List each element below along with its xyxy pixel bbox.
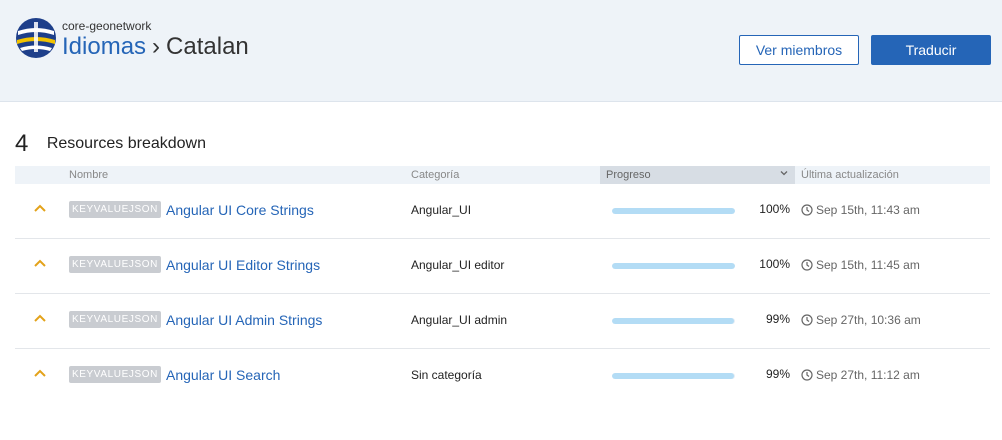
last-updated-text: Sep 15th, 11:43 am [816,203,920,217]
column-header-progress-label: Progreso [606,169,651,181]
progress-percent: 100% [759,257,790,271]
geonetwork-logo [16,18,56,58]
last-updated: Sep 15th, 11:43 am [801,203,920,217]
progress-bar [612,263,735,269]
resource-category: Sin categoría [411,368,482,382]
table-row[interactable]: KEYVALUEJSON Angular UI Search Sin categ… [15,349,990,404]
column-header-progress[interactable]: Progreso [600,166,795,184]
project-header: core-geonetwork Idiomas › Catalan Ver miem… [0,0,1002,102]
resource-category: Angular_UI [411,203,472,217]
progress-bar [612,318,735,324]
progress-bar-fill [612,373,734,379]
table-row[interactable]: KEYVALUEJSON Angular UI Admin Strings An… [15,294,990,349]
chevron-up-icon[interactable] [33,367,47,379]
resource-type-badge: KEYVALUEJSON [69,311,161,328]
progress-bar-fill [612,208,735,214]
table-row[interactable]: KEYVALUEJSON Angular UI Editor Strings A… [15,239,990,294]
progress-bar-fill [612,263,735,269]
breadcrumb: Idiomas › Catalan [62,33,249,61]
last-updated: Sep 27th, 11:12 am [801,368,920,382]
chevron-up-icon[interactable] [33,257,47,269]
table-row[interactable]: KEYVALUEJSON Angular UI Core Strings Ang… [15,184,990,239]
resource-name-link[interactable]: Angular UI Admin Strings [166,312,322,328]
progress-bar-fill [612,318,734,324]
section-title: Resources breakdown [46,135,207,152]
column-header-category[interactable]: Categoría [411,169,459,181]
breadcrumb-languages-link[interactable]: Idiomas [62,33,146,60]
resource-count: 4 [15,130,29,157]
progress-percent: 99% [765,367,790,381]
resource-name-link[interactable]: Angular UI Search [166,367,280,383]
resource-name-link[interactable]: Angular UI Core Strings [166,202,314,218]
last-updated: Sep 27th, 10:36 am [801,313,921,327]
progress-percent: 100% [759,202,790,216]
table-header: Nombre Categoría Progreso Última actuali… [15,166,990,184]
progress-bar [612,373,735,379]
progress-bar [612,208,735,214]
view-members-button[interactable]: Ver miembros [739,35,859,65]
clock-icon [801,259,813,271]
clock-icon [801,314,813,326]
page-title: Catalan [166,33,249,60]
clock-icon [801,369,813,381]
progress-percent: 99% [765,312,790,326]
column-header-updated[interactable]: Última actualización [801,169,899,181]
resource-type-badge: KEYVALUEJSON [69,201,161,218]
resource-category: Angular_UI editor [411,258,505,272]
organization-name[interactable]: core-geonetwork [62,19,151,33]
clock-icon [801,204,813,216]
chevron-up-icon[interactable] [33,202,47,214]
last-updated-text: Sep 15th, 11:45 am [816,258,920,272]
section-heading: 4 Resources breakdown [15,130,206,158]
resource-type-badge: KEYVALUEJSON [69,366,161,383]
breadcrumb-separator: › [152,33,161,60]
last-updated-text: Sep 27th, 11:12 am [816,368,920,382]
resource-type-badge: KEYVALUEJSON [69,256,161,273]
chevron-up-icon[interactable] [33,312,47,324]
resource-category: Angular_UI admin [411,313,508,327]
last-updated: Sep 15th, 11:45 am [801,258,920,272]
chevron-down-icon [780,171,788,176]
translate-button[interactable]: Traducir [871,35,991,65]
column-header-name[interactable]: Nombre [69,169,108,181]
resource-name-link[interactable]: Angular UI Editor Strings [166,257,320,273]
last-updated-text: Sep 27th, 10:36 am [816,313,921,327]
